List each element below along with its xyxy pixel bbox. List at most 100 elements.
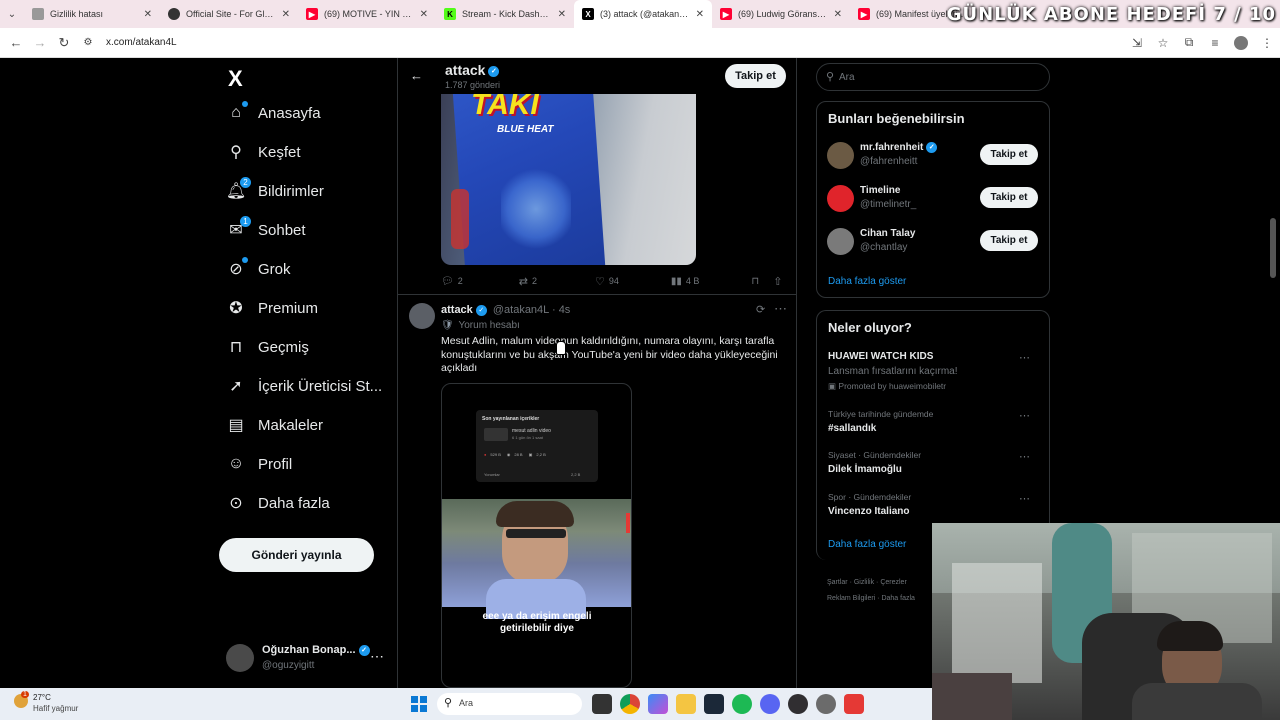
video-frame <box>442 499 631 619</box>
site-info-icon[interactable]: ⚙ <box>76 31 100 55</box>
verified-icon: ✓ <box>488 65 500 77</box>
chrome-icon[interactable] <box>620 694 640 714</box>
post-button[interactable]: Gönderi yayınla <box>219 538 374 572</box>
bag-flavor-text: BLUE HEAT <box>497 124 554 135</box>
profile-name: attack <box>445 62 486 78</box>
nav-item[interactable]: ⊓ Geçmiş <box>226 332 309 362</box>
unread-dot <box>242 257 248 263</box>
show-more-link[interactable]: Daha fazla göster <box>828 539 906 550</box>
repost-icon[interactable]: ⇄ <box>519 275 528 288</box>
more-dots-icon[interactable]: ⋯ <box>1019 450 1030 463</box>
reply-icon[interactable]: 💬︎ <box>441 276 454 287</box>
more-dots-icon[interactable]: ⋯ <box>774 301 787 317</box>
follow-button[interactable]: Takip et <box>980 187 1038 208</box>
app-icon[interactable] <box>844 694 864 714</box>
start-button[interactable] <box>411 696 427 712</box>
install-app-icon[interactable]: ⇲ <box>1124 31 1150 55</box>
close-tab-icon[interactable]: ✕ <box>282 9 290 20</box>
youtube-icon: ▶ <box>306 8 318 20</box>
nav-item-label: Anasayfa <box>258 104 321 122</box>
back-arrow-icon[interactable]: ← <box>4 31 28 55</box>
bookmark-icon[interactable]: ⊓ <box>751 276 759 287</box>
follow-button[interactable]: Takip et <box>725 64 786 88</box>
bookmark-star-icon[interactable]: ☆ <box>1150 31 1176 55</box>
close-tab-icon[interactable]: ✕ <box>834 9 842 20</box>
extensions-icon[interactable]: ⧉ <box>1176 31 1202 55</box>
copilot-icon[interactable] <box>648 694 668 714</box>
account-name: Oğuzhan Bonap... <box>262 644 356 656</box>
search-input[interactable]: ⚲ Ara <box>816 63 1050 91</box>
settings-icon[interactable] <box>816 694 836 714</box>
forward-arrow-icon[interactable]: → <box>28 31 52 55</box>
trend-promo: Promoted by huaweimobiletr <box>838 381 947 391</box>
steam-icon[interactable] <box>704 694 724 714</box>
suggestion-row[interactable]: Cihan Talay @chantlay Takip et <box>827 226 1041 256</box>
grok-icon: ⊘ <box>226 257 248 279</box>
browser-tab[interactable]: Gizlilik hatası ✕ <box>24 0 160 28</box>
trend-subtitle: Lansman fırsatlarını kaçırma! <box>828 366 958 377</box>
notification-badge: 2 <box>240 177 251 188</box>
nav-item[interactable]: ☺ Profil <box>226 449 292 479</box>
close-tab-icon[interactable]: ✕ <box>144 9 152 20</box>
media-control-icon[interactable]: ≡ <box>1202 31 1228 55</box>
nav-item[interactable]: ▤ Makaleler <box>226 410 323 440</box>
screenshot-panel: Son yayınlanan içerikler mesut adlin vid… <box>476 410 598 482</box>
nav-item[interactable]: ✪ Premium <box>226 293 318 323</box>
author-name[interactable]: attack <box>441 304 473 316</box>
views-icon[interactable]: ▮▮ <box>671 276 682 287</box>
nav-item[interactable]: ⊘ Grok <box>226 254 291 284</box>
weather-widget[interactable]: 1 27°C Hafif yağmur <box>12 691 102 716</box>
weather-alert-badge: 1 <box>21 691 29 698</box>
follow-button[interactable]: Takip et <box>980 144 1038 165</box>
profile-header: ← attack ✓ 1.787 gönderi Takip et <box>398 58 796 94</box>
share-icon[interactable]: ⇧ <box>773 275 782 288</box>
follow-button[interactable]: Takip et <box>980 230 1038 251</box>
browser-menu-icon[interactable]: ⋮ <box>1254 31 1280 55</box>
browser-tab[interactable]: K Stream - Kick Dashboard✕ <box>436 0 574 28</box>
like-icon[interactable]: ♡ <box>595 275 605 288</box>
reload-icon[interactable]: ↻ <box>52 31 76 55</box>
obs-icon[interactable] <box>788 694 808 714</box>
spotify-icon[interactable] <box>732 694 752 714</box>
trend-title: Dilek İmamoğlu <box>828 464 902 475</box>
account-switcher[interactable]: Oğuzhan Bonap... ✓ @oguzyigitt ⋯ <box>226 642 396 676</box>
x-logo[interactable]: X <box>228 66 243 92</box>
more-dots-icon[interactable]: ⋯ <box>1019 409 1030 422</box>
more-dots-icon[interactable]: ⋯ <box>1019 351 1030 364</box>
grok-icon[interactable]: ⟳ <box>756 303 765 316</box>
tweet-text: Mesut Adlin, malum videonun kaldırıldığı… <box>441 335 778 374</box>
suggestion-row[interactable]: mr.fahrenheit ✓ @fahrenheitt Takip et <box>827 140 1041 170</box>
tweet-video[interactable]: Son yayınlanan içerikler mesut adlin vid… <box>441 383 632 688</box>
tweet[interactable]: attack ✓ @atakan4L · 4s ⟳ ⋯ 🛡︎ Yorum hesa… <box>398 295 796 688</box>
profile-avatar-icon[interactable] <box>1228 31 1254 55</box>
premium-icon: ✪ <box>229 300 243 317</box>
nav-item[interactable]: ➚ İçerik Üreticisi St... <box>226 371 382 401</box>
discord-icon[interactable] <box>760 694 780 714</box>
close-tab-icon[interactable]: ✕ <box>420 9 428 20</box>
nav-item[interactable]: ⊙ Daha fazla <box>226 488 329 518</box>
browser-tab[interactable]: Official Site - For Glory | S✕ <box>160 0 298 28</box>
task-view-icon[interactable] <box>592 694 612 714</box>
tab-list-chevron-icon[interactable]: ⌄ <box>0 2 24 26</box>
back-arrow-icon[interactable]: ← <box>410 68 423 83</box>
suggestion-row[interactable]: Timeline @timelinetr_ Takip et <box>827 183 1041 213</box>
page-scrollbar[interactable] <box>1270 218 1276 278</box>
browser-tab[interactable]: ▶ (69) MOTIVE - YIN YANG✕ <box>298 0 436 28</box>
nav-item[interactable]: ⚲ Keşfet <box>226 137 300 167</box>
post-image[interactable]: TAKI BLUE HEAT <box>441 94 696 265</box>
more-dots-icon[interactable]: ⋯ <box>1019 492 1030 505</box>
webcam-overlay <box>932 523 1280 720</box>
avatar <box>827 185 854 212</box>
nav-item[interactable]: ✉ 1 Sohbet <box>226 215 306 245</box>
nav-item[interactable]: 🔔︎ 2 Bildirimler <box>226 176 324 206</box>
browser-tab-active[interactable]: X (3) attack (@atakan4L) / X✕ <box>574 0 712 28</box>
taskbar-search[interactable]: ⚲ Ara <box>437 693 582 715</box>
close-tab-icon[interactable]: ✕ <box>558 9 566 20</box>
more-dots-icon[interactable]: ⋯ <box>370 648 384 665</box>
file-explorer-icon[interactable] <box>676 694 696 714</box>
nav-item[interactable]: ⌂ Anasayfa <box>226 98 321 128</box>
url-field[interactable]: x.com/atakan4L <box>106 37 1124 48</box>
close-tab-icon[interactable]: ✕ <box>696 9 704 20</box>
show-more-link[interactable]: Daha fazla göster <box>828 276 906 287</box>
browser-tab[interactable]: ▶ (69) Ludwig Göransson: T✕ <box>712 0 850 28</box>
